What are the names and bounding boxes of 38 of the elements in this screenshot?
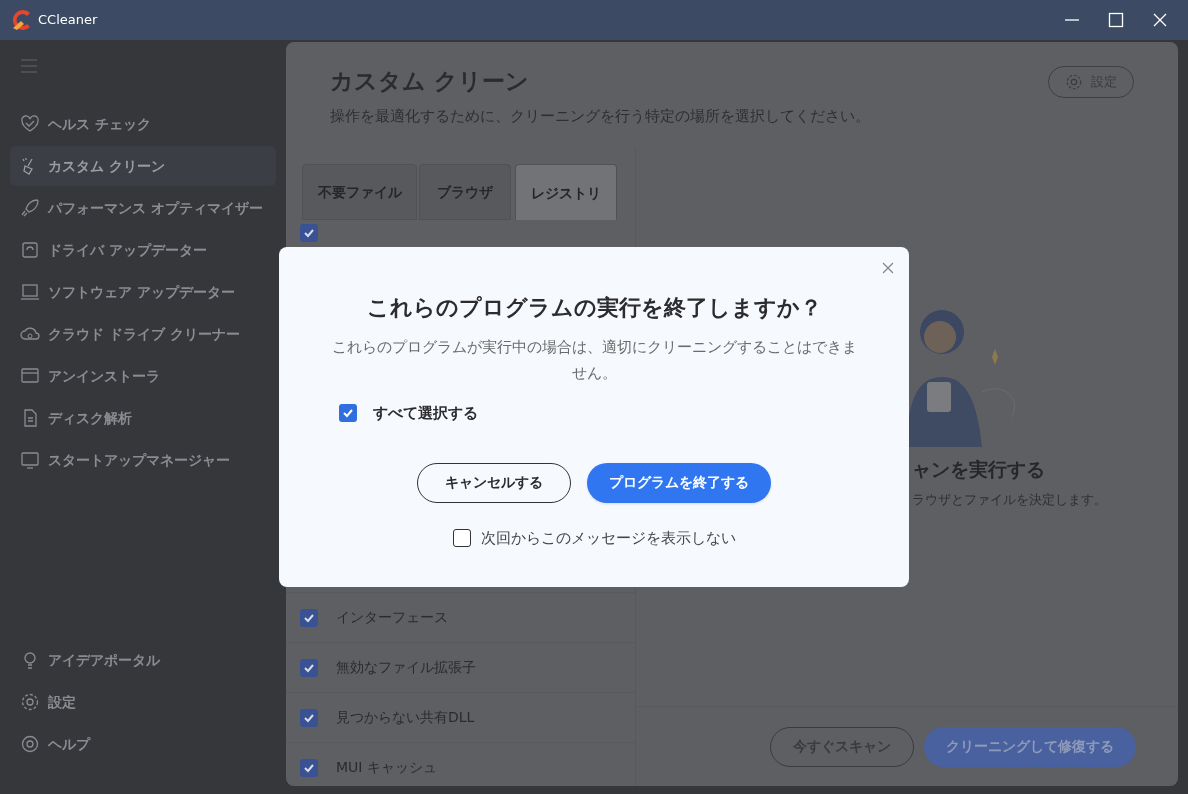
sidebar-item[interactable]: クラウド ドライブ クリーナー: [10, 314, 276, 354]
sidebar-item[interactable]: スタートアップマネージャー: [10, 440, 276, 480]
sidebar-item[interactable]: ヘルス チェック: [10, 104, 276, 144]
monitor-icon: [20, 450, 40, 470]
dont-show-again-checkbox[interactable]: 次回からこのメッセージを表示しない: [452, 526, 736, 549]
checkbox[interactable]: [300, 708, 318, 727]
rocket-icon: [20, 198, 40, 218]
heart-icon: [20, 114, 40, 134]
window-icon: [20, 366, 40, 386]
select-all-checkbox[interactable]: すべて選択する: [339, 402, 478, 425]
clean-and-repair-button[interactable]: クリーニングして修復する: [924, 726, 1136, 767]
sidebar-item[interactable]: アイデアポータル: [10, 640, 276, 680]
tab[interactable]: レジストリ: [515, 164, 617, 220]
sidebar-item[interactable]: アンインストーラ: [10, 356, 276, 396]
sidebar-item[interactable]: 設定: [10, 682, 276, 722]
sidebar-item[interactable]: カスタム クリーン: [10, 146, 276, 186]
sidebar-item[interactable]: ソフトウェア アップデーター: [10, 272, 276, 312]
checkbox[interactable]: [300, 658, 318, 677]
checkbox[interactable]: [300, 608, 318, 627]
empty-state-heading: ャンを実行する: [912, 457, 1045, 482]
sidebar-item[interactable]: ドライバ アップデーター: [10, 230, 276, 270]
checkmark-icon: [303, 227, 315, 239]
checkbox[interactable]: [339, 404, 357, 423]
window-title: CCleaner: [38, 11, 98, 30]
settings-icon: [1065, 73, 1083, 91]
settings-icon: [20, 692, 40, 712]
close-programs-button[interactable]: プログラムを終了する: [587, 462, 771, 503]
checkbox[interactable]: [300, 758, 318, 777]
maximize-icon[interactable]: [1108, 12, 1124, 28]
dialog-title: これらのプログラムの実行を終了しますか？: [366, 294, 822, 322]
checkbox[interactable]: [452, 528, 471, 547]
dialog-message: これらのプログラムが実行中の場合は、適切にクリーニングすることはできません。: [330, 337, 858, 384]
sidebar-item[interactable]: ディスク解析: [10, 398, 276, 438]
checkbox[interactable]: [300, 224, 318, 242]
sidebar-item[interactable]: ヘルプ: [10, 724, 276, 764]
laptop-icon: [20, 282, 40, 302]
checkmark-icon: [342, 407, 354, 420]
sidebar-item[interactable]: パフォーマンス オプティマイザー: [10, 188, 276, 228]
